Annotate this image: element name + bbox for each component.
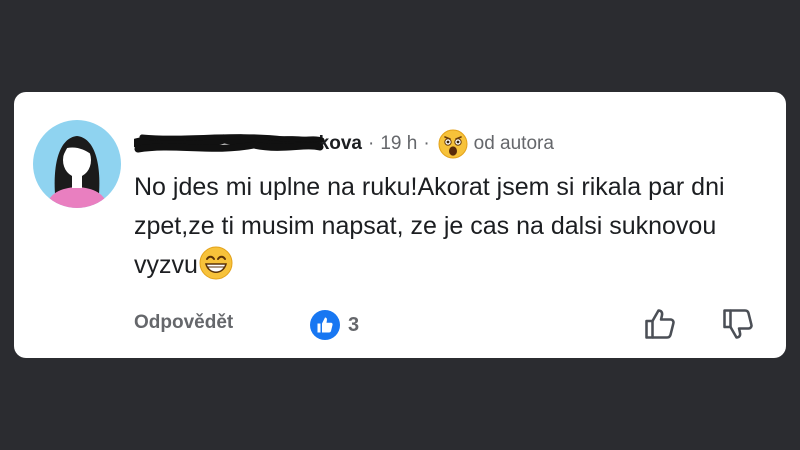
thumbs-down-icon[interactable] <box>720 306 756 342</box>
author-name[interactable]: ukova <box>134 131 362 157</box>
astonished-face-emoji <box>438 129 468 159</box>
comment-meta: ukova · 19 h · od autora <box>134 129 554 159</box>
like-count: 3 <box>348 313 360 336</box>
female-avatar-icon <box>45 136 109 208</box>
comment-card: ukova · 19 h · od autora No jdes mi upln… <box>14 92 786 358</box>
thumbs-up-badge-icon <box>310 310 340 340</box>
avatar[interactable] <box>33 120 121 208</box>
like-summary[interactable]: 3 <box>310 310 359 340</box>
redaction-scribble <box>134 134 325 153</box>
separator: · <box>368 133 375 154</box>
thumbs-up-icon[interactable] <box>642 306 678 342</box>
author-badge: od autora <box>473 133 554 154</box>
comment-text: No jdes mi uplne na ruku!Akorat jsem si … <box>134 168 754 285</box>
separator: · <box>423 133 430 154</box>
reply-button[interactable]: Odpovědět <box>134 312 233 334</box>
timestamp[interactable]: 19 h <box>380 133 417 155</box>
grinning-face-emoji <box>199 246 233 280</box>
